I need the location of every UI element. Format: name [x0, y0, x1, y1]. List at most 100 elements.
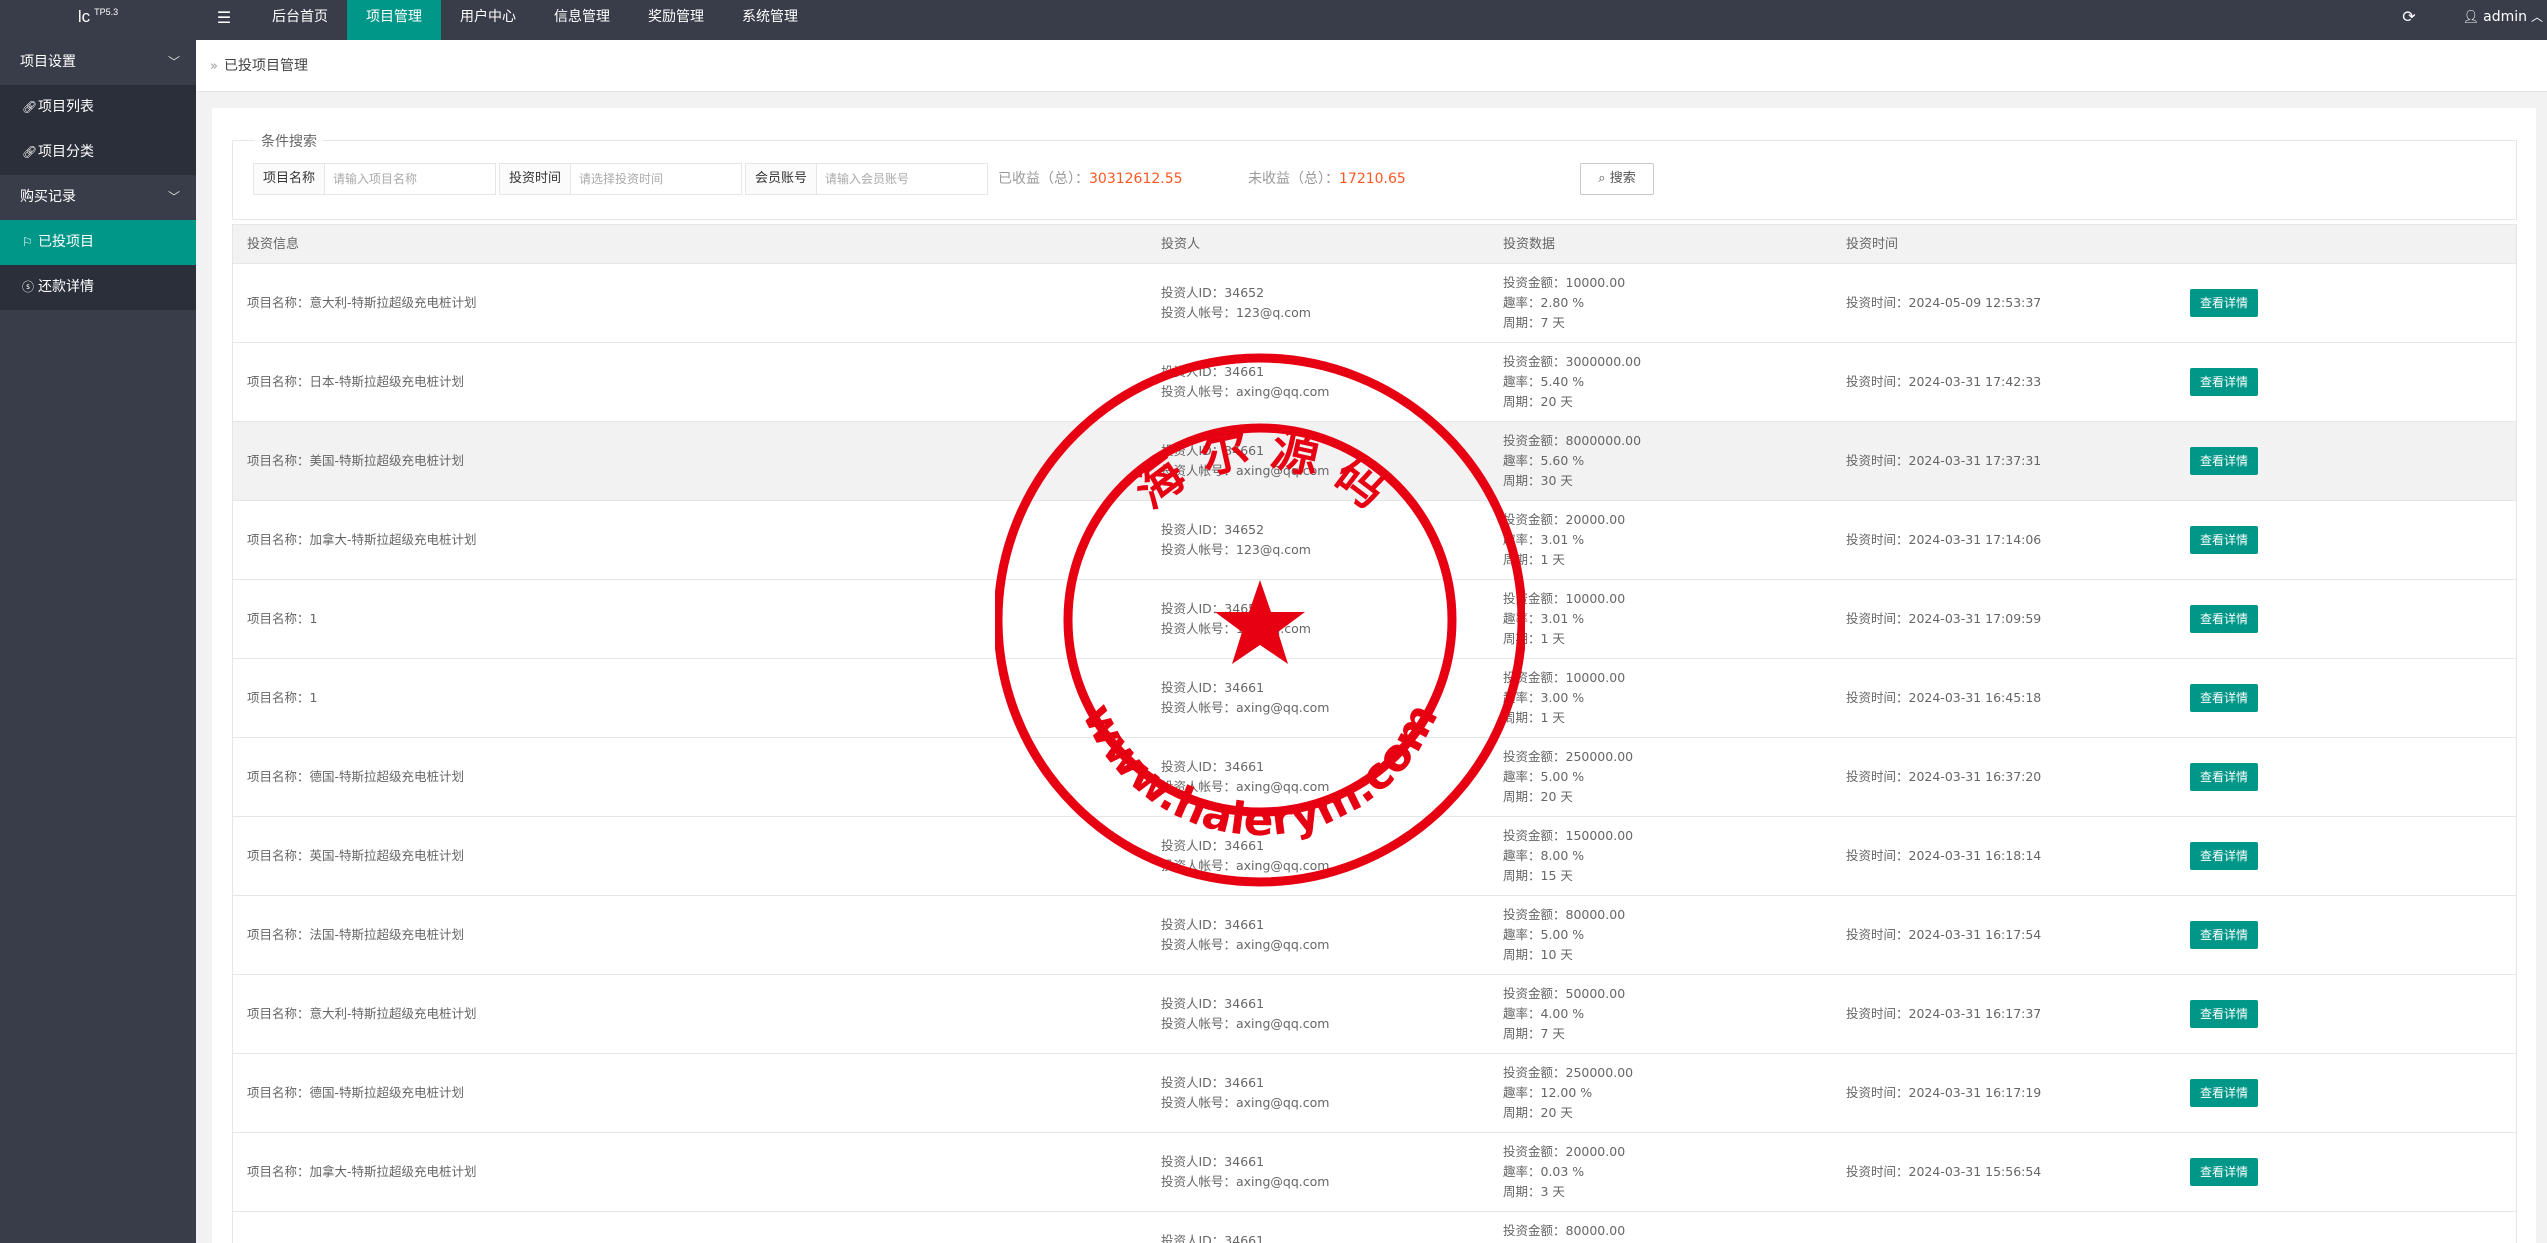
view-details-button[interactable]: 查看详情 — [2190, 289, 2258, 317]
invest-amount: 投资金额：250000.00 — [1503, 749, 1634, 764]
invest-period: 周期：7 天 — [1503, 1026, 1565, 1041]
earned-label: 已收益（总）： — [998, 171, 1089, 187]
view-details-button[interactable]: 查看详情 — [2190, 842, 2258, 870]
invest-time-input[interactable]: 请选择投资时间 — [571, 164, 741, 194]
refresh-icon[interactable]: ⟳ — [2394, 0, 2424, 40]
invest-period: 周期：30 天 — [1503, 473, 1573, 488]
sidebar-group-project-settings[interactable]: 项目设置 ﹀ — [0, 40, 196, 85]
member-account-input[interactable]: 请输入会员账号 — [817, 164, 987, 194]
view-details-button[interactable]: 查看详情 — [2190, 605, 2258, 633]
nav-system-management[interactable]: 系统管理 — [723, 0, 817, 40]
invest-data: 投资金额：8000000.00 趣率：5.60 % 周期：30 天 — [1503, 431, 1641, 491]
field-label: 投资时间 — [500, 164, 572, 194]
view-details-button[interactable]: 查看详情 — [2190, 526, 2258, 554]
investor-id: 投资人ID：34661 — [1161, 364, 1265, 379]
table-body: 项目名称：意大利-特斯拉超级充电桩计划 投资人ID：34652 投资人帐号：123@… — [232, 264, 2517, 1243]
logo-text: lc — [77, 7, 91, 26]
sidebar-item-project-category[interactable]: 🔗︎项目分类 — [0, 130, 196, 175]
investor-id: 投资人ID：34652 — [1161, 285, 1265, 300]
view-details-button[interactable]: 查看详情 — [2190, 921, 2258, 949]
investor-account: 投资人帐号：axing@qq.com — [1161, 1016, 1330, 1031]
table-row: 项目名称：美国-特斯拉超级充电桩计划 投资人ID：34661 投资人帐号：axing… — [232, 422, 2517, 501]
table-row: 项目名称：加拿大-特斯拉超级充电桩计划 投资人ID：34652 投资人帐号：123@… — [232, 501, 2517, 580]
investor-account: 投资人帐号：axing@qq.com — [1161, 937, 1330, 952]
table-row: 项目名称：加拿大-特斯拉超级充电桩计划 投资人ID：34661 投资人帐号：axin… — [232, 1133, 2517, 1212]
invest-time: 投资时间：2024-03-31 16:37:20 — [1846, 769, 2042, 784]
view-details-button[interactable]: 查看详情 — [2190, 684, 2258, 712]
investor-id: 投资人ID：34661 — [1161, 443, 1265, 458]
invest-data: 投资金额：20000.00 趣率：0.03 % 周期：3 天 — [1503, 1142, 1625, 1202]
invest-amount: 投资金额：3000000.00 — [1503, 354, 1642, 369]
view-details-button[interactable]: 查看详情 — [2190, 368, 2258, 396]
invest-rate: 趣率：8.00 % — [1503, 848, 1585, 863]
invest-data: 投资金额：3000000.00 趣率：5.40 % 周期：20 天 — [1503, 352, 1641, 412]
invest-time: 投资时间：2024-03-31 16:17:54 — [1846, 927, 2042, 942]
flag-icon: ⚐ — [22, 235, 33, 249]
invest-rate: 趣率：3.01 % — [1503, 611, 1585, 626]
view-details-button[interactable]: 查看详情 — [2190, 763, 2258, 791]
sidebar-item-label: 项目分类 — [38, 144, 94, 160]
view-details-button[interactable]: 查看详情 — [2190, 1000, 2258, 1028]
invest-rate: 趣率：3.01 % — [1503, 532, 1585, 547]
table-row: 项目名称：日本-特斯拉超级充电桩计划 投资人ID：34661 投资人帐号：axing… — [232, 343, 2517, 422]
investor-account: 投资人帐号：axing@qq.com — [1161, 700, 1330, 715]
table-row: 投资人ID：34661 投资金额：80000.00 — [232, 1212, 2517, 1243]
invest-time: 投资时间：2024-03-31 16:18:14 — [1846, 848, 2042, 863]
project-name: 项目名称：美国-特斯拉超级充电桩计划 — [247, 453, 465, 468]
table-header: 投资信息 投资人 投资数据 投资时间 — [232, 224, 2517, 264]
pending-total: 未收益（总）：17210.65 — [1248, 163, 1406, 195]
nav-user-center[interactable]: 用户中心 — [441, 0, 535, 40]
nav-project-management[interactable]: 项目管理 — [347, 0, 441, 40]
investor-id: 投资人ID：34661 — [1161, 838, 1265, 853]
investor-id: 投资人ID：34661 — [1161, 680, 1265, 695]
user-menu[interactable]: 👤︎ admin ︿ — [2463, 0, 2543, 40]
user-name: admin — [2483, 9, 2527, 25]
project-name: 项目名称：意大利-特斯拉超级充电桩计划 — [247, 1006, 477, 1021]
breadcrumb-separator-icon: » — [210, 59, 218, 74]
project-name: 项目名称：德国-特斯拉超级充电桩计划 — [247, 1085, 465, 1100]
invest-data: 投资金额：10000.00 趣率：2.80 % 周期：7 天 — [1503, 273, 1625, 333]
invest-time: 投资时间：2024-03-31 17:42:33 — [1846, 374, 2042, 389]
project-name: 项目名称：日本-特斯拉超级充电桩计划 — [247, 374, 465, 389]
invest-time: 投资时间：2024-03-31 15:56:54 — [1846, 1164, 2042, 1179]
table-row: 项目名称：意大利-特斯拉超级充电桩计划 投资人ID：34661 投资人帐号：axin… — [232, 975, 2517, 1054]
investor-info: 投资人ID：34652 投资人帐号：123@q.com — [1161, 599, 1311, 639]
investor-id: 投资人ID：34661 — [1161, 1075, 1265, 1090]
sidebar-item-project-list[interactable]: 🔗︎项目列表 — [0, 85, 196, 130]
invest-rate: 趣率：5.60 % — [1503, 453, 1585, 468]
invest-amount: 投资金额：8000000.00 — [1503, 433, 1642, 448]
project-name-field: 项目名称 请输入项目名称 — [253, 163, 497, 195]
sidebar-item-invested-projects[interactable]: ⚐ 已投项目 — [0, 220, 196, 265]
col-invest-time: 投资时间 — [1846, 237, 1899, 252]
top-nav: 后台首页 项目管理 用户中心 信息管理 奖励管理 系统管理 — [253, 0, 817, 40]
investor-info: 投资人ID：34652 投资人帐号：123@q.com — [1161, 520, 1311, 560]
table-row: 项目名称：意大利-特斯拉超级充电桩计划 投资人ID：34652 投资人帐号：123@… — [232, 264, 2517, 343]
table-row: 项目名称：法国-特斯拉超级充电桩计划 投资人ID：34661 投资人帐号：axing… — [232, 896, 2517, 975]
project-name: 项目名称：英国-特斯拉超级充电桩计划 — [247, 848, 465, 863]
invest-rate: 趣率：5.00 % — [1503, 927, 1585, 942]
pending-value: 17210.65 — [1339, 171, 1406, 187]
investor-account: 投资人帐号：123@q.com — [1161, 305, 1311, 320]
nav-home[interactable]: 后台首页 — [253, 0, 347, 40]
view-details-button[interactable]: 查看详情 — [2190, 1079, 2258, 1107]
sidebar-group-purchase-records[interactable]: 购买记录 ﹀ — [0, 175, 196, 220]
earned-value: 30312612.55 — [1089, 171, 1183, 187]
nav-reward-management[interactable]: 奖励管理 — [629, 0, 723, 40]
sidebar-item-repayment-details[interactable]: ⓢ 还款详情 — [0, 265, 196, 310]
search-fieldset: 条件搜索 项目名称 请输入项目名称 投资时间 请选择投资时间 会员账号 请输入会… — [232, 131, 2517, 220]
menu-toggle-icon[interactable]: ☰ — [210, 0, 238, 40]
logo[interactable]: lc TP5.3 — [0, 0, 196, 40]
chevron-down-icon: ﹀ — [167, 55, 180, 69]
invest-time: 投资时间：2024-03-31 17:37:31 — [1846, 453, 2042, 468]
project-name-input[interactable]: 请输入项目名称 — [325, 164, 495, 194]
investor-info: 投资人ID：34661 投资人帐号：axing@qq.com — [1161, 757, 1329, 797]
view-details-button[interactable]: 查看详情 — [2190, 1158, 2258, 1186]
search-button[interactable]: ⌕ 搜索 — [1580, 163, 1654, 195]
nav-info-management[interactable]: 信息管理 — [535, 0, 629, 40]
page-title: 已投项目管理 — [223, 58, 308, 74]
invest-period: 周期：1 天 — [1503, 552, 1565, 567]
search-button-label: 搜索 — [1609, 171, 1636, 186]
table-row: 项目名称：1 投资人ID：34652 投资人帐号：123@q.com 投资金额：100… — [232, 580, 2517, 659]
invest-amount: 投资金额：250000.00 — [1503, 1065, 1634, 1080]
view-details-button[interactable]: 查看详情 — [2190, 447, 2258, 475]
